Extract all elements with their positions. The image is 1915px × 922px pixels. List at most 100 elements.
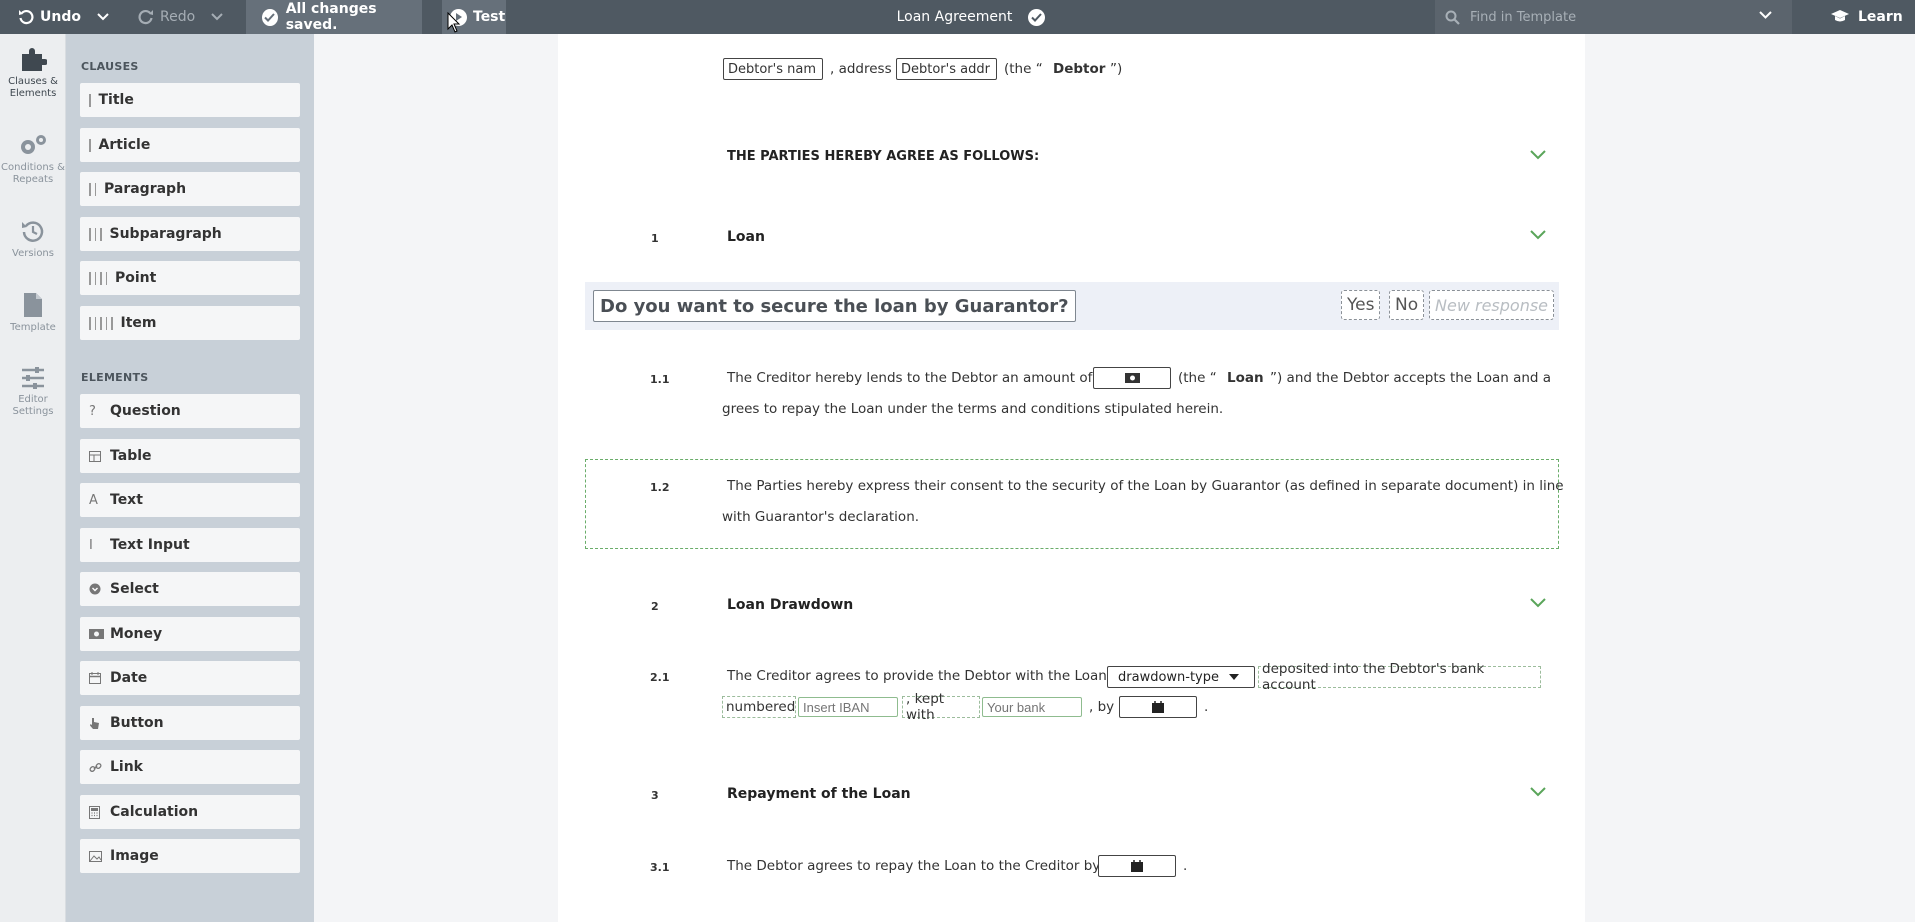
elements-palette: CLAUSES Title Article Paragraph Subparag… [66, 34, 314, 922]
paragraph-number: 1.1 [650, 373, 670, 386]
level-1-icon [89, 138, 91, 152]
rail-versions-label: Versions [12, 248, 54, 259]
repayment-date-field[interactable] [1098, 855, 1176, 877]
rail-clauses-elements[interactable]: Clauses & Elements [0, 46, 66, 100]
new-response-button[interactable]: New response [1429, 290, 1555, 320]
palette-paragraph[interactable]: Paragraph [80, 172, 300, 206]
conditional-text-span[interactable]: deposited into the Debtor's bank account [1258, 661, 1541, 693]
palette-point[interactable]: Point [80, 261, 300, 295]
collapse-chevron-icon[interactable] [1530, 150, 1546, 160]
calendar-icon [1152, 701, 1164, 713]
search-input[interactable] [1470, 9, 1750, 25]
redo-button[interactable]: Redo [138, 0, 223, 34]
palette-link[interactable]: Link [80, 750, 300, 784]
p11-text-a: The Creditor hereby lends to the Debtor … [727, 370, 1093, 386]
palette-text-input[interactable]: I Text Input [80, 528, 300, 562]
learn-label: Learn [1858, 9, 1903, 25]
question-row: Do you want to secure the loan by Guaran… [585, 282, 1559, 330]
debtor-name-field[interactable]: Debtor's nam [723, 58, 823, 80]
learn-button[interactable]: Learn [1830, 0, 1903, 34]
section-number: 2 [651, 600, 659, 613]
save-status-label: All changes saved. [285, 1, 377, 33]
p12-text-b: with Guarantor's declaration. [722, 509, 920, 525]
palette-item[interactable]: Item [80, 306, 300, 340]
rail-template[interactable]: Template [0, 292, 66, 334]
palette-table[interactable]: Table [80, 439, 300, 473]
palette-title[interactable]: Title [80, 83, 300, 117]
yes-response-button[interactable]: Yes [1341, 290, 1381, 320]
bank-input[interactable] [982, 697, 1082, 717]
palette-item-label: Date [110, 670, 148, 686]
collapse-chevron-icon[interactable] [1530, 598, 1546, 608]
period-text: . [1183, 858, 1188, 874]
save-status: All changes saved. [246, 0, 422, 34]
chevron-down-icon[interactable] [97, 13, 109, 21]
section-title-loan: Loan [727, 229, 765, 245]
palette-item-label: Calculation [110, 804, 199, 820]
chevron-down-icon[interactable] [1759, 11, 1772, 19]
clauses-header: CLAUSES [81, 60, 139, 73]
document-icon [24, 293, 42, 317]
rail-conditions-label: Conditions & Repeats [1, 162, 65, 185]
rail-versions[interactable]: Versions [0, 218, 66, 260]
level-1-icon [89, 93, 91, 107]
palette-subparagraph[interactable]: Subparagraph [80, 217, 300, 251]
collapse-chevron-icon[interactable] [1530, 787, 1546, 797]
close-quote-text: ”) [1110, 61, 1123, 77]
check-circle-icon [262, 8, 278, 26]
gears-icon [21, 135, 46, 154]
elements-header: ELEMENTS [81, 371, 149, 384]
level-2-icon [89, 182, 96, 196]
loan-amount-money-field[interactable] [1093, 367, 1171, 389]
period-text: . [1204, 699, 1209, 715]
paragraph-number: 2.1 [650, 671, 670, 684]
palette-item-label: Text [110, 492, 143, 508]
puzzle-icon [22, 48, 47, 71]
level-3-icon [89, 227, 102, 241]
iban-input[interactable] [798, 697, 898, 717]
p12-text-a: The Parties hereby express their consent… [727, 478, 1564, 494]
rail-template-label: Template [10, 322, 56, 333]
palette-date[interactable]: Date [80, 661, 300, 695]
drawdown-date-field[interactable] [1119, 696, 1197, 718]
palette-text[interactable]: A Text [80, 483, 300, 517]
calculator-icon [89, 805, 105, 819]
rail-editor-settings[interactable]: Editor Settings [0, 366, 66, 418]
palette-item-label: Question [110, 403, 181, 419]
palette-calculation[interactable]: Calculation [80, 795, 300, 829]
document-title-label: Loan Agreement [896, 9, 1013, 25]
undo-button[interactable]: Undo [18, 0, 109, 34]
conditional-paragraph-block[interactable] [585, 459, 1559, 549]
debtor-address-field[interactable]: Debtor's addr [896, 58, 997, 80]
palette-image[interactable]: Image [80, 839, 300, 873]
no-response-button[interactable]: No [1389, 290, 1425, 320]
palette-money[interactable]: Money [80, 617, 300, 651]
paragraph-number: 3.1 [650, 861, 670, 874]
graduation-cap-icon [1831, 10, 1849, 22]
rail-conditions-repeats[interactable]: Conditions & Repeats [0, 132, 66, 186]
level-4-icon [89, 271, 107, 285]
mouse-pointer-icon [447, 12, 461, 33]
palette-select[interactable]: Select [80, 572, 300, 606]
select-icon [89, 583, 105, 595]
drawdown-type-select[interactable]: drawdown-type [1107, 666, 1255, 688]
chevron-down-icon[interactable] [211, 13, 223, 21]
palette-button[interactable]: Button [80, 706, 300, 740]
conditional-text-span[interactable]: , kept with [902, 691, 980, 723]
conditional-text-span[interactable]: numbered [722, 696, 796, 718]
p11-text-b: ”) and the Debtor accepts the Loan and a [1270, 370, 1552, 386]
palette-item-label: Image [110, 848, 159, 864]
palette-article[interactable]: Article [80, 128, 300, 162]
collapse-chevron-icon[interactable] [1530, 230, 1546, 240]
history-icon [22, 221, 44, 242]
text-icon: A [89, 492, 98, 508]
table-icon [89, 450, 105, 462]
palette-item-label: Select [110, 581, 159, 597]
palette-question[interactable]: ? Question [80, 394, 300, 428]
loan-defined-term: Loan [1227, 370, 1264, 386]
question-text[interactable]: Do you want to secure the loan by Guaran… [593, 290, 1076, 322]
palette-item-label: Paragraph [104, 181, 187, 197]
the-open-text: (the “ [1178, 370, 1217, 386]
link-icon [89, 761, 105, 774]
calendar-icon [89, 672, 105, 684]
